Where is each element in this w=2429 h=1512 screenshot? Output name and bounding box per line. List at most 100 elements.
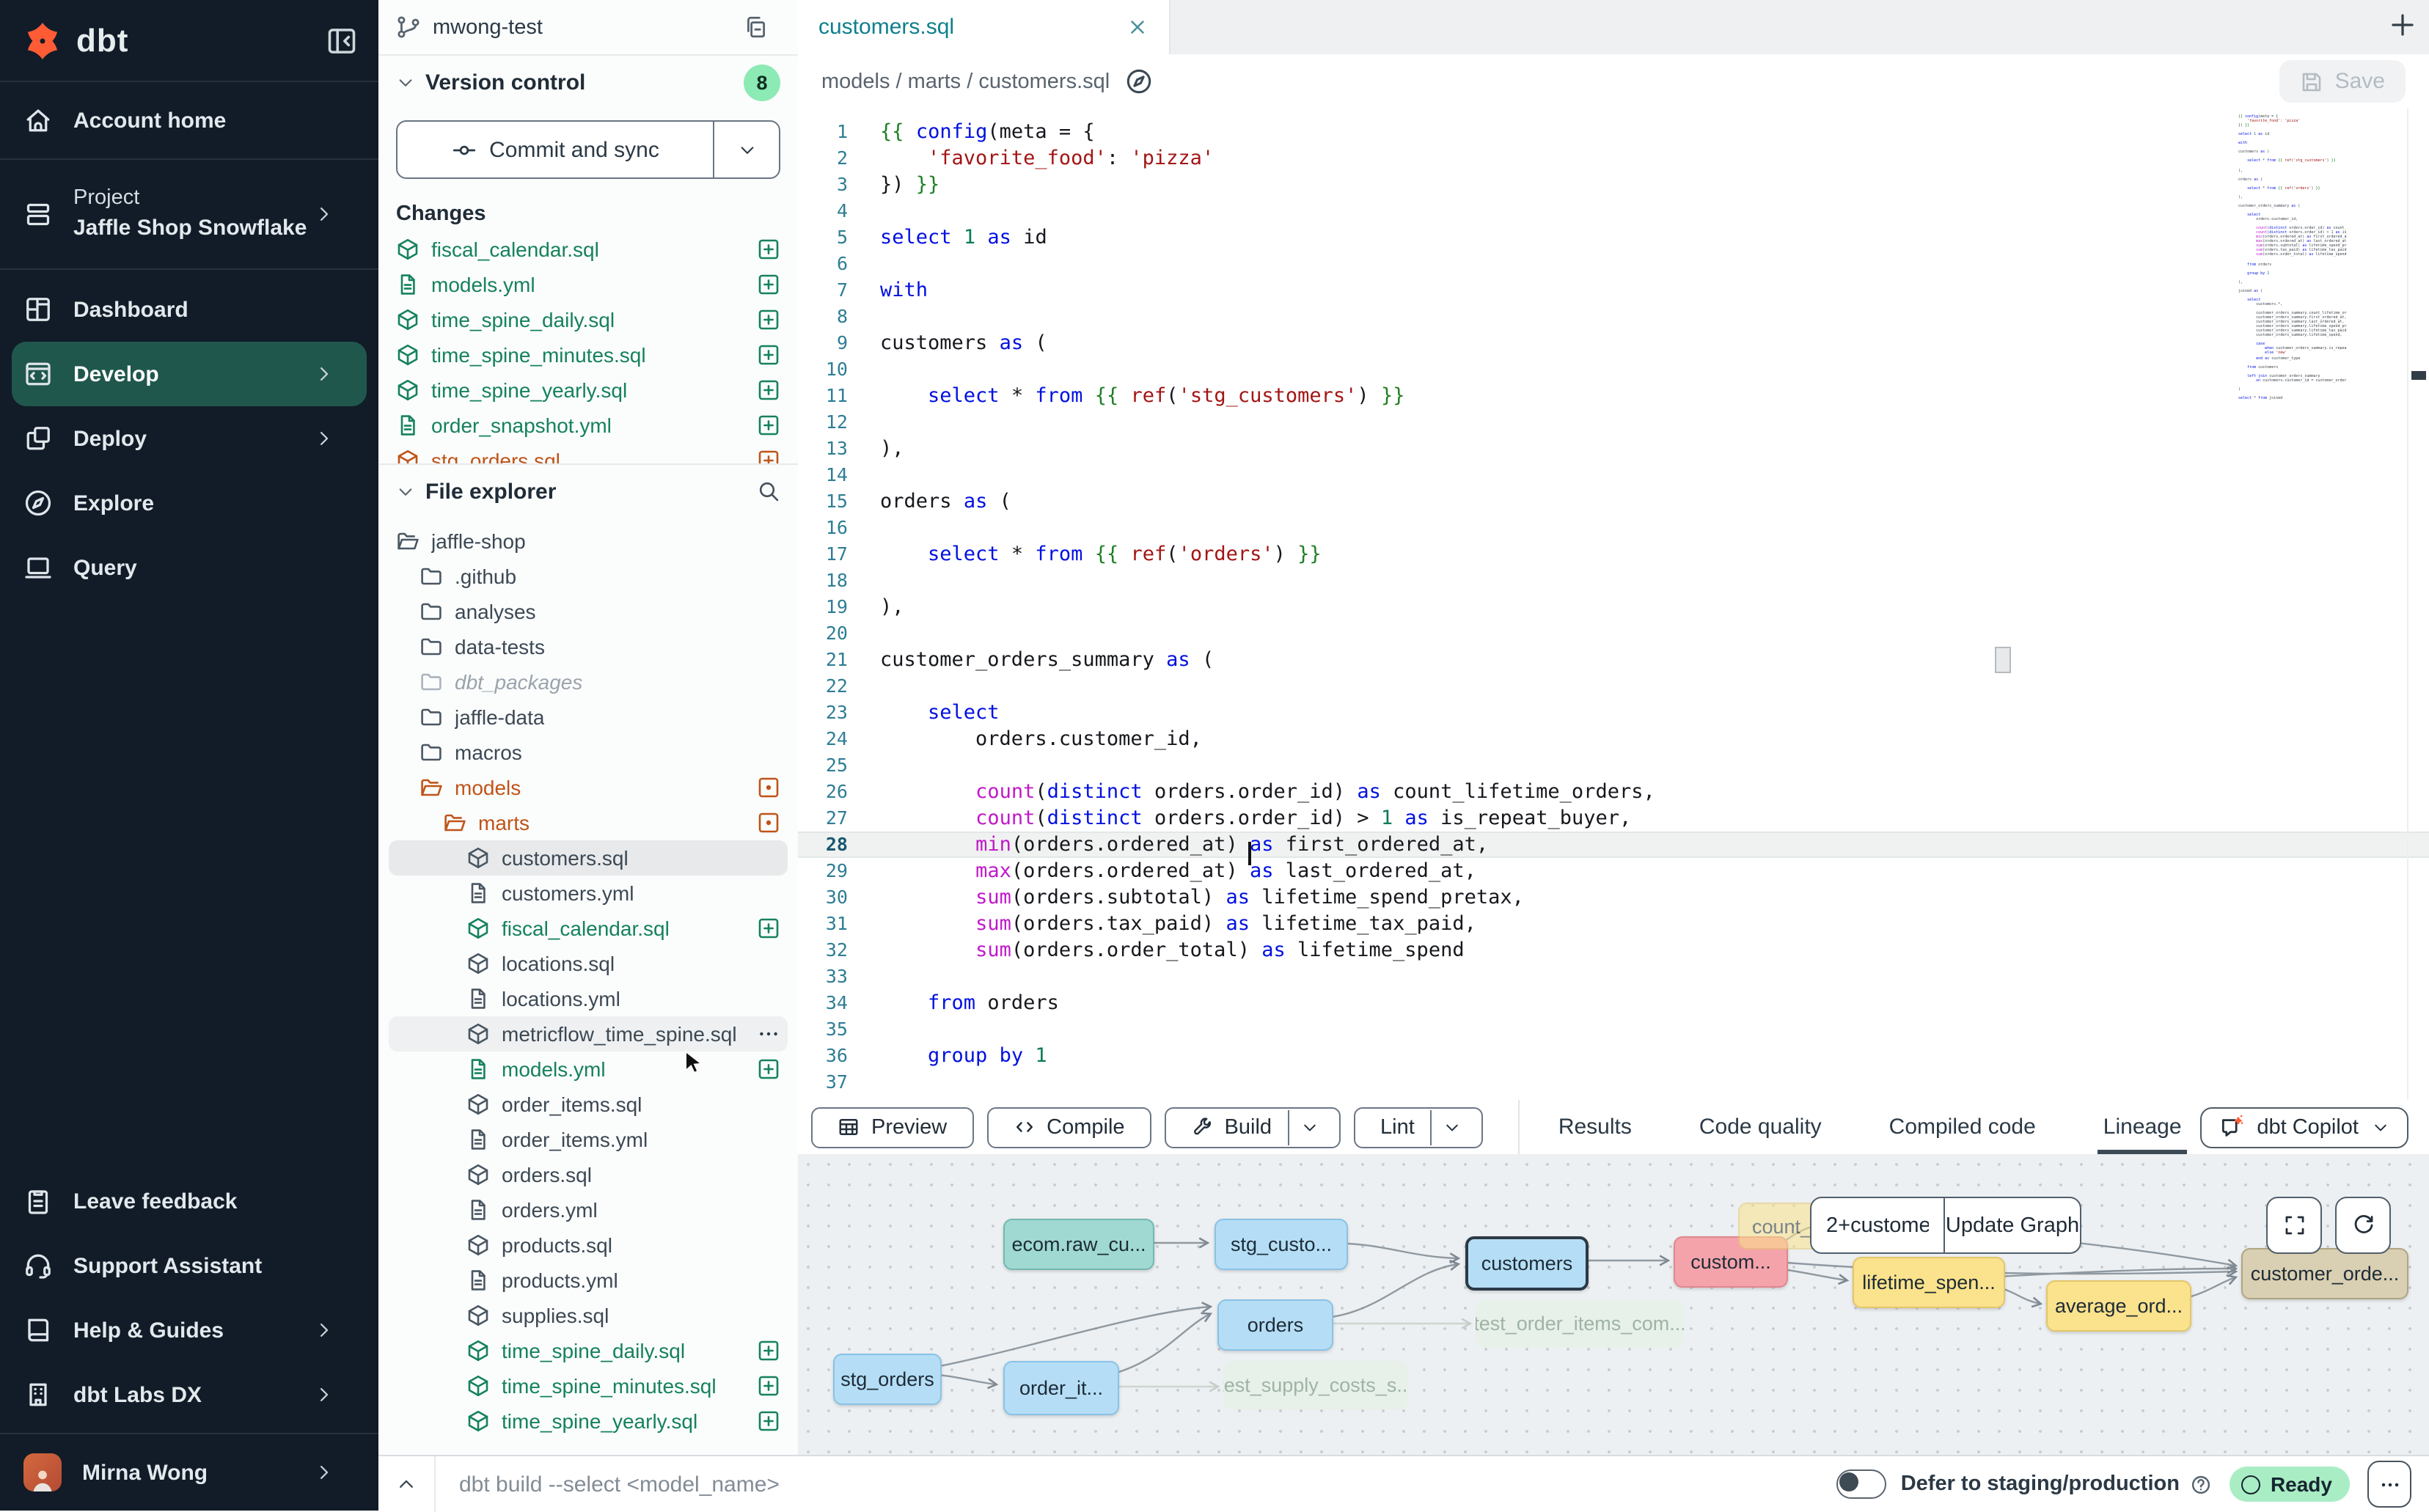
sidebar-item-dbt-labs-dx[interactable]: dbt Labs DX: [12, 1362, 367, 1427]
code-line-34[interactable]: 34 from orders: [798, 990, 2429, 1016]
code-editor[interactable]: 1{{ config(meta = {2 'favorite_food': 'p…: [798, 109, 2429, 1100]
file-item-time-spine-daily-sql[interactable]: time_spine_daily.sql: [389, 302, 788, 337]
more-options-button[interactable]: [2367, 1461, 2411, 1508]
code-line-23[interactable]: 23 select: [798, 700, 2429, 726]
stage-file-plus-icon[interactable]: [757, 308, 780, 331]
code-line-1[interactable]: 1{{ config(meta = {: [798, 119, 2429, 145]
code-line-33[interactable]: 33: [798, 964, 2429, 990]
stage-file-plus-icon[interactable]: [757, 273, 780, 296]
status-badge[interactable]: Ready: [2230, 1467, 2350, 1502]
file-item-orders-sql[interactable]: orders.sql: [389, 1157, 788, 1192]
commit-and-sync-button[interactable]: Commit and sync: [396, 120, 780, 179]
copy-icon[interactable]: [744, 15, 769, 40]
code-line-7[interactable]: 7with: [798, 277, 2429, 304]
new-tab-icon[interactable]: [2388, 10, 2417, 40]
code-line-17[interactable]: 17 select * from {{ ref('orders') }}: [798, 541, 2429, 568]
code-line-24[interactable]: 24 orders.customer_id,: [798, 726, 2429, 752]
stage-file-plus-icon[interactable]: [757, 1374, 780, 1398]
lineage-node-average-ord-[interactable]: average_ord...: [2046, 1280, 2191, 1332]
code-line-16[interactable]: 16: [798, 515, 2429, 541]
code-line-13[interactable]: 13),: [798, 436, 2429, 462]
command-input[interactable]: [436, 1472, 1836, 1497]
minimap[interactable]: {{ config(meta = { 'favorite_food': 'piz…: [2238, 114, 2347, 400]
lineage-selector-input[interactable]: [1811, 1198, 1943, 1252]
file-item-metricflow-time-spine-sql[interactable]: metricflow_time_spine.sql: [389, 1016, 788, 1052]
code-line-25[interactable]: 25: [798, 752, 2429, 779]
lineage-node-orders[interactable]: orders: [1217, 1299, 1333, 1351]
collapse-sidebar-icon[interactable]: [326, 24, 358, 56]
code-line-10[interactable]: 10: [798, 356, 2429, 383]
stage-file-plus-icon[interactable]: [757, 343, 780, 367]
build-button[interactable]: Build: [1165, 1107, 1341, 1148]
stage-file-plus-icon[interactable]: [757, 917, 780, 940]
tab-compiled-code[interactable]: Compiled code: [1889, 1100, 2036, 1154]
file-item-order-snapshot-yml[interactable]: order_snapshot.yml: [389, 408, 788, 443]
code-line-31[interactable]: 31 sum(orders.tax_paid) as lifetime_tax_…: [798, 911, 2429, 937]
file-item-products-yml[interactable]: products.yml: [389, 1263, 788, 1298]
sidebar-item-help-guides[interactable]: Help & Guides: [12, 1298, 367, 1362]
row-menu-icon[interactable]: [757, 1022, 780, 1046]
tab-code-quality[interactable]: Code quality: [1699, 1100, 1822, 1154]
file-item-time-spine-daily-sql[interactable]: time_spine_daily.sql: [389, 1333, 788, 1368]
sidebar-item-explore[interactable]: Explore: [12, 471, 367, 535]
file-item-fiscal-calendar-sql[interactable]: fiscal_calendar.sql: [389, 911, 788, 946]
code-line-2[interactable]: 2 'favorite_food': 'pizza': [798, 145, 2429, 172]
code-line-20[interactable]: 20: [798, 620, 2429, 647]
file-explorer-header[interactable]: File explorer: [378, 463, 798, 518]
file-item-supplies-sql[interactable]: supplies.sql: [389, 1298, 788, 1333]
file-item-products-sql[interactable]: products.sql: [389, 1227, 788, 1263]
lineage-canvas[interactable]: ecom.raw_cu...stg_custo...customerscusto…: [798, 1154, 2429, 1455]
preview-button[interactable]: Preview: [811, 1107, 973, 1148]
sidebar-item-account-home[interactable]: Account home: [0, 82, 378, 160]
editor-scrollbar[interactable]: [2407, 109, 2429, 1100]
code-line-9[interactable]: 9customers as (: [798, 330, 2429, 356]
build-options-caret[interactable]: [1288, 1109, 1330, 1145]
help-icon[interactable]: [2190, 1473, 2212, 1495]
lint-options-caret[interactable]: [1431, 1109, 1473, 1145]
lineage-node-customers[interactable]: customers: [1465, 1236, 1589, 1291]
file-item-stg-orders-sql[interactable]: stg_orders.sql: [389, 443, 788, 463]
code-line-12[interactable]: 12: [798, 409, 2429, 436]
file-item-locations-yml[interactable]: locations.yml: [389, 981, 788, 1016]
defer-toggle[interactable]: [1836, 1469, 1886, 1499]
tree-folder-data-tests[interactable]: data-tests: [389, 629, 788, 664]
update-graph-button[interactable]: Update Graph: [1943, 1198, 2080, 1252]
code-line-11[interactable]: 11 select * from {{ ref('stg_customers')…: [798, 383, 2429, 409]
search-icon[interactable]: [757, 480, 780, 503]
stage-file-plus-icon[interactable]: [757, 1409, 780, 1433]
code-line-29[interactable]: 29 max(orders.ordered_at) as last_ordere…: [798, 858, 2429, 884]
stage-file-plus-icon[interactable]: [757, 378, 780, 402]
lineage-node-stg-orders[interactable]: stg_orders: [833, 1354, 942, 1405]
file-item-order-items-yml[interactable]: order_items.yml: [389, 1122, 788, 1157]
tree-folder-jaffle-data[interactable]: jaffle-data: [389, 700, 788, 735]
sidebar-item-dashboard[interactable]: Dashboard: [12, 277, 367, 342]
tree-folder-macros[interactable]: macros: [389, 735, 788, 770]
lineage-node-test-supply-costs-s-[interactable]: test_supply_costs_s...: [1223, 1361, 1408, 1409]
code-line-27[interactable]: 27 count(distinct orders.order_id) > 1 a…: [798, 805, 2429, 832]
code-line-36[interactable]: 36 group by 1: [798, 1043, 2429, 1069]
stage-file-plus-icon[interactable]: [757, 238, 780, 261]
file-item-time-spine-yearly-sql[interactable]: time_spine_yearly.sql: [389, 1403, 788, 1433]
sidebar-item-deploy[interactable]: Deploy: [12, 406, 367, 471]
tree-folder-analyses[interactable]: analyses: [389, 594, 788, 629]
sidebar-item-user[interactable]: Mirna Wong: [0, 1433, 378, 1511]
version-control-header[interactable]: Version control 8: [378, 56, 798, 109]
tree-folder--github[interactable]: .github: [389, 559, 788, 594]
file-item-order-items-sql[interactable]: order_items.sql: [389, 1087, 788, 1122]
code-line-37[interactable]: 37: [798, 1069, 2429, 1096]
file-item-customers-yml[interactable]: customers.yml: [389, 876, 788, 911]
code-line-32[interactable]: 32 sum(orders.order_total) as lifetime_s…: [798, 937, 2429, 964]
tab-results[interactable]: Results: [1558, 1100, 1632, 1154]
sidebar-item-leave-feedback[interactable]: Leave feedback: [12, 1169, 367, 1233]
lineage-node-order-it-[interactable]: order_it...: [1003, 1361, 1119, 1415]
file-item-fiscal-calendar-sql[interactable]: fiscal_calendar.sql: [389, 232, 788, 267]
stage-file-plus-icon[interactable]: [757, 1057, 780, 1081]
lineage-node-ecom-raw-cu-[interactable]: ecom.raw_cu...: [1003, 1219, 1154, 1270]
file-item-orders-yml[interactable]: orders.yml: [389, 1192, 788, 1227]
expand-command-bar-button[interactable]: [378, 1456, 436, 1512]
lineage-node-stg-custo-[interactable]: stg_custo...: [1214, 1219, 1348, 1270]
code-line-28[interactable]: 28 min(orders.ordered_at) as first_order…: [798, 832, 2429, 858]
code-line-18[interactable]: 18: [798, 568, 2429, 594]
file-item-time-spine-minutes-sql[interactable]: time_spine_minutes.sql: [389, 1368, 788, 1403]
code-line-5[interactable]: 5select 1 as id: [798, 224, 2429, 251]
